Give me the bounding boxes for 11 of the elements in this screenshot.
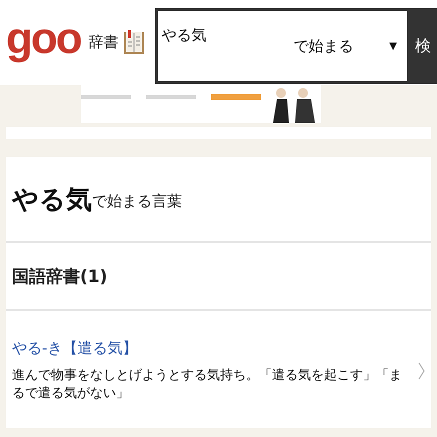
entry-definition: 進んで物事をなしとげようとする気持ち。「遣る気を起こす」「まるで遣る気がない」	[12, 367, 403, 402]
site-name: 辞書	[88, 33, 119, 52]
heading-suffix: で始まる言葉	[92, 192, 182, 210]
book-icon	[122, 30, 145, 56]
query-heading: やる気	[12, 184, 92, 216]
search-field[interactable]: やる気	[158, 11, 294, 81]
entry-link[interactable]: やる-き【遣る気】	[12, 339, 138, 358]
chevron-icon[interactable]	[418, 362, 425, 380]
goo-logo[interactable]: goo	[6, 16, 81, 68]
section-title: 国語辞書(1)	[12, 266, 108, 288]
mode-dropdown[interactable]: で始まる ▼	[293, 11, 407, 81]
